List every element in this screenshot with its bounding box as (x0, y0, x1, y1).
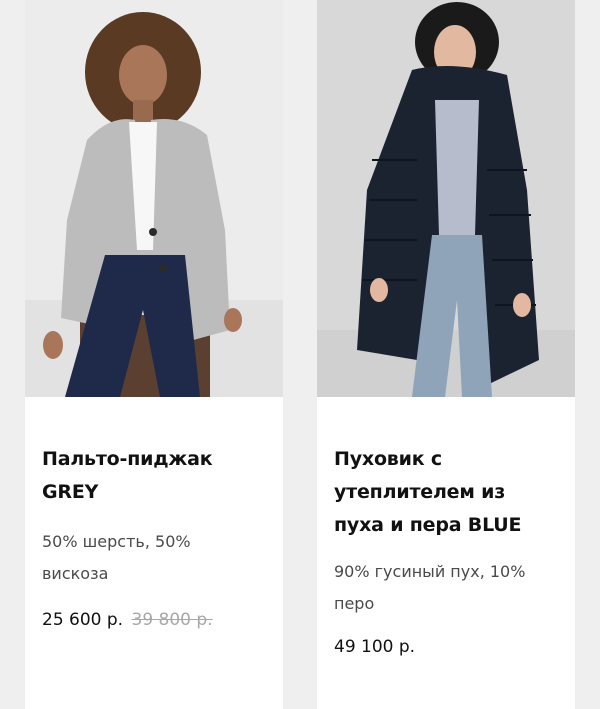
product-info: Пуховик с утеплителем из пуха и пера BLU… (317, 443, 575, 657)
product-image[interactable] (25, 0, 283, 397)
product-title[interactable]: Пуховик с утеплителем из пуха и пера BLU… (334, 443, 549, 542)
product-card[interactable]: Пуховик с утеплителем из пуха и пера BLU… (317, 0, 575, 709)
current-price: 49 100 р. (334, 637, 416, 657)
product-prices: 25 600 р. 39 800 р. (42, 610, 283, 630)
product-prices: 49 100 р. (334, 637, 575, 657)
product-image[interactable] (317, 0, 575, 397)
product-photo-navy-puffer (317, 0, 575, 397)
product-card[interactable]: Пальто-пиджак GREY 50% шерсть, 50% виско… (25, 0, 283, 709)
product-title[interactable]: Пальто-пиджак GREY (42, 443, 242, 509)
product-grid: Пальто-пиджак GREY 50% шерсть, 50% виско… (0, 0, 600, 709)
product-composition: 90% гусиный пух, 10% перо (334, 562, 526, 613)
product-photo-grey-blazer (25, 0, 283, 397)
current-price: 25 600 р. (42, 610, 124, 630)
product-composition: 50% шерсть, 50% вискоза (42, 532, 191, 583)
old-price: 39 800 р. (131, 610, 213, 630)
product-info: Пальто-пиджак GREY 50% шерсть, 50% виско… (25, 443, 283, 630)
